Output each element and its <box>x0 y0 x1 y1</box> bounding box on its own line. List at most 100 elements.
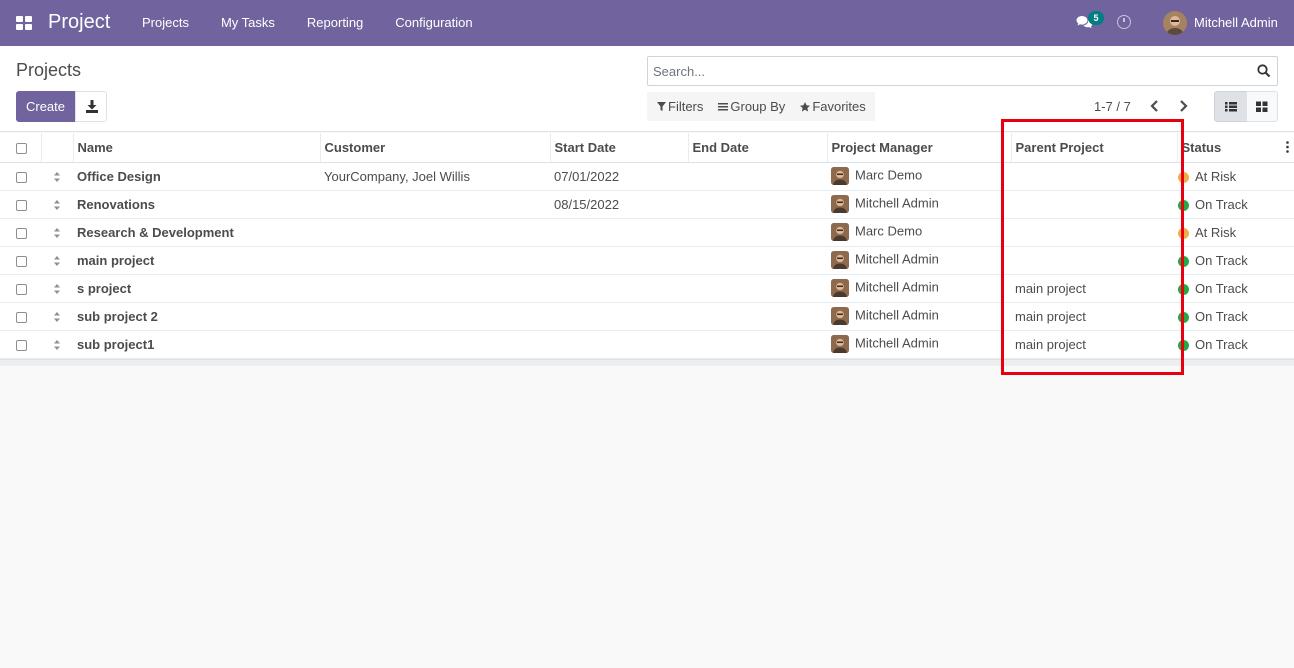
cell-parent-project[interactable] <box>1011 218 1177 246</box>
cell-customer[interactable]: YourCompany, Joel Willis <box>320 162 550 190</box>
column-header-name[interactable]: Name <box>72 133 320 163</box>
cell-project-manager[interactable]: Mitchell Admin <box>827 190 1011 218</box>
apps-menu-icon[interactable] <box>16 16 32 30</box>
menu-item-reporting[interactable]: Reporting <box>291 0 379 46</box>
cell-end-date[interactable] <box>688 218 827 246</box>
column-header-project-manager[interactable]: Project Manager <box>826 133 1011 163</box>
table-row[interactable]: Office Design YourCompany, Joel Willis 0… <box>0 162 1294 190</box>
cell-project-manager[interactable]: Mitchell Admin <box>827 274 1011 302</box>
cell-customer[interactable] <box>320 330 550 358</box>
table-row[interactable]: Research & Development Marc Demo At Risk <box>0 218 1294 246</box>
cell-end-date[interactable] <box>688 190 827 218</box>
table-row[interactable]: sub project 2 Mitchell Admin main projec… <box>0 302 1294 330</box>
filters-dropdown[interactable]: Filters <box>651 99 712 114</box>
export-button[interactable] <box>75 91 107 122</box>
column-header-customer[interactable]: Customer <box>319 133 550 163</box>
drag-handle-icon[interactable] <box>53 171 61 183</box>
kanban-view-button[interactable] <box>1246 91 1278 122</box>
cell-parent-project[interactable] <box>1011 246 1177 274</box>
cell-end-date[interactable] <box>688 246 827 274</box>
chevron-right-icon[interactable] <box>1176 98 1190 114</box>
table-row[interactable]: sub project1 Mitchell Admin main project… <box>0 330 1294 358</box>
column-header-status[interactable]: Status <box>1176 133 1294 163</box>
row-checkbox[interactable] <box>16 171 27 183</box>
row-checkbox[interactable] <box>16 199 27 211</box>
chevron-left-icon[interactable] <box>1148 98 1162 114</box>
cell-customer[interactable] <box>320 302 550 330</box>
menu-item-configuration[interactable]: Configuration <box>379 0 488 46</box>
cell-end-date[interactable] <box>688 330 827 358</box>
cell-start-date[interactable]: 07/01/2022 <box>550 162 688 190</box>
cell-end-date[interactable] <box>688 274 827 302</box>
cell-end-date[interactable] <box>688 302 827 330</box>
cell-status[interactable]: On Track <box>1177 274 1294 302</box>
list-view-button[interactable] <box>1214 91 1247 122</box>
cell-project-manager[interactable]: Marc Demo <box>827 162 1011 190</box>
cell-status[interactable]: On Track <box>1177 330 1294 358</box>
cell-start-date[interactable] <box>550 302 688 330</box>
cell-status[interactable]: At Risk <box>1177 218 1294 246</box>
cell-project-manager[interactable]: Mitchell Admin <box>827 302 1011 330</box>
page-title[interactable]: Projects <box>16 60 81 81</box>
cell-parent-project[interactable] <box>1011 190 1177 218</box>
optional-columns-icon[interactable] <box>1286 141 1289 153</box>
cell-project-manager[interactable]: Mitchell Admin <box>827 330 1011 358</box>
column-header-end-date[interactable]: End Date <box>687 133 827 163</box>
favorites-dropdown[interactable]: Favorites <box>794 99 874 114</box>
cell-status[interactable]: On Track <box>1177 190 1294 218</box>
cell-name[interactable]: sub project1 <box>73 330 320 358</box>
cell-start-date[interactable] <box>550 246 688 274</box>
row-checkbox[interactable] <box>16 255 27 267</box>
cell-parent-project[interactable] <box>1011 162 1177 190</box>
group-by-dropdown[interactable]: Group By <box>712 99 794 114</box>
drag-handle-icon[interactable] <box>53 311 61 323</box>
drag-handle-icon[interactable] <box>53 227 61 239</box>
drag-handle-icon[interactable] <box>53 199 61 211</box>
cell-status[interactable]: On Track <box>1177 302 1294 330</box>
cell-project-manager[interactable]: Marc Demo <box>827 218 1011 246</box>
menu-item-projects[interactable]: Projects <box>126 0 205 46</box>
table-row[interactable]: main project Mitchell Admin On Track <box>0 246 1294 274</box>
cell-name[interactable]: s project <box>73 274 320 302</box>
cell-start-date[interactable] <box>550 330 688 358</box>
column-header-parent-project[interactable]: Parent Project <box>1010 133 1177 163</box>
row-checkbox[interactable] <box>16 283 27 295</box>
cell-start-date[interactable]: 08/15/2022 <box>550 190 688 218</box>
cell-start-date[interactable] <box>550 218 688 246</box>
cell-parent-project[interactable]: main project <box>1011 302 1177 330</box>
search-icon[interactable] <box>1257 64 1271 78</box>
cell-project-manager[interactable]: Mitchell Admin <box>827 246 1011 274</box>
cell-status[interactable]: At Risk <box>1177 162 1294 190</box>
row-checkbox[interactable] <box>16 227 27 239</box>
app-brand[interactable]: Project <box>48 11 110 34</box>
row-checkbox[interactable] <box>16 311 27 323</box>
cell-name[interactable]: Office Design <box>73 162 320 190</box>
cell-name[interactable]: sub project 2 <box>73 302 320 330</box>
table-row[interactable]: s project Mitchell Admin main project On… <box>0 274 1294 302</box>
table-row[interactable]: Renovations 08/15/2022 Mitchell Admin On… <box>0 190 1294 218</box>
pager-value[interactable]: 1-7 / 7 <box>1094 99 1131 114</box>
drag-handle-icon[interactable] <box>53 339 61 351</box>
drag-handle-icon[interactable] <box>53 283 61 295</box>
row-checkbox[interactable] <box>16 339 27 351</box>
menu-item-my-tasks[interactable]: My Tasks <box>205 0 291 46</box>
cell-customer[interactable] <box>320 274 550 302</box>
cell-status[interactable]: On Track <box>1177 246 1294 274</box>
cell-start-date[interactable] <box>550 274 688 302</box>
cell-name[interactable]: Research & Development <box>73 218 320 246</box>
user-avatar[interactable] <box>1163 11 1187 35</box>
user-name[interactable]: Mitchell Admin <box>1194 15 1278 30</box>
cell-name[interactable]: Renovations <box>73 190 320 218</box>
cell-customer[interactable] <box>320 190 550 218</box>
select-all-checkbox[interactable] <box>16 142 27 154</box>
column-header-start-date[interactable]: Start Date <box>549 133 688 163</box>
cell-end-date[interactable] <box>688 162 827 190</box>
cell-parent-project[interactable]: main project <box>1011 330 1177 358</box>
cell-customer[interactable] <box>320 218 550 246</box>
cell-customer[interactable] <box>320 246 550 274</box>
activity-clock-icon[interactable] <box>1117 15 1131 29</box>
search-input[interactable] <box>653 62 1243 80</box>
cell-name[interactable]: main project <box>73 246 320 274</box>
cell-parent-project[interactable]: main project <box>1011 274 1177 302</box>
drag-handle-icon[interactable] <box>53 255 61 267</box>
